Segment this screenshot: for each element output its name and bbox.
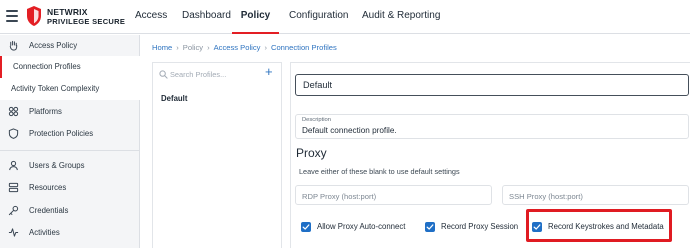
proxy-section-title: Proxy bbox=[296, 146, 327, 160]
breadcrumb-policy: Policy bbox=[182, 43, 204, 52]
sidebar-item-label: Platforms bbox=[29, 107, 62, 116]
breadcrumb-access-policy[interactable]: Access Policy bbox=[214, 43, 261, 52]
sidebar-item-label: Connection Profiles bbox=[13, 62, 81, 71]
key-icon bbox=[8, 205, 19, 216]
nav-configuration[interactable]: Configuration bbox=[289, 0, 348, 34]
sidebar-item-activities[interactable]: Activities bbox=[0, 222, 140, 244]
ssh-proxy-input[interactable] bbox=[503, 187, 688, 206]
search-profiles-input[interactable] bbox=[170, 67, 262, 81]
description-value[interactable]: Default connection profile. bbox=[302, 126, 397, 135]
sidebar-item-label: Activities bbox=[29, 228, 60, 237]
brand-line-2: PRIVILEGE SECURE bbox=[47, 17, 126, 26]
chevron-right-icon: › bbox=[264, 43, 267, 52]
sidebar-item-protection-policies[interactable]: Protection Policies bbox=[0, 123, 140, 145]
sidebar-item-label: Access Policy bbox=[29, 41, 78, 50]
sidebar-item-activity-token-complexity[interactable]: Activity Token Complexity bbox=[0, 78, 140, 100]
profile-details-panel: Description Default connection profile. … bbox=[290, 62, 690, 248]
sidebar-item-credentials[interactable]: Credentials bbox=[0, 200, 140, 222]
top-bar: NETWRIX PRIVILEGE SECURE Access Dashboar… bbox=[0, 0, 690, 34]
profile-name-field[interactable] bbox=[295, 74, 689, 96]
breadcrumb-connection-profiles[interactable]: Connection Profiles bbox=[271, 43, 337, 52]
brand-line-1: NETWRIX bbox=[47, 7, 88, 17]
rdp-proxy-input[interactable] bbox=[296, 187, 491, 206]
sidebar-divider bbox=[0, 150, 140, 151]
breadcrumb-home[interactable]: Home bbox=[152, 43, 172, 52]
sidebar-item-label: Credentials bbox=[29, 206, 69, 215]
chevron-right-icon: › bbox=[176, 43, 179, 52]
sidebar-item-label: Users & Groups bbox=[29, 161, 85, 170]
hand-icon bbox=[9, 40, 18, 51]
proxy-hint-text: Leave either of these blank to use defau… bbox=[299, 167, 460, 176]
add-profile-button[interactable]: + bbox=[265, 65, 273, 79]
profile-name-input[interactable] bbox=[296, 75, 688, 95]
nav-policy[interactable]: Policy bbox=[232, 0, 279, 34]
profile-list-panel: + Default bbox=[152, 62, 282, 248]
nav-audit-reporting[interactable]: Audit & Reporting bbox=[362, 0, 440, 34]
sidebar-item-label: Activity Token Complexity bbox=[11, 84, 100, 93]
checkbox-checked-icon[interactable] bbox=[425, 222, 435, 232]
search-icon bbox=[159, 70, 168, 79]
rdp-proxy-field[interactable] bbox=[295, 185, 492, 206]
sidebar: Access Policy Connection Profiles Activi… bbox=[0, 35, 140, 248]
chevron-right-icon: › bbox=[207, 43, 210, 52]
sidebar-item-platforms[interactable]: Platforms bbox=[0, 101, 140, 123]
profile-list-item[interactable]: Default bbox=[161, 94, 187, 103]
sidebar-item-label: Resources bbox=[29, 183, 67, 192]
sidebar-item-users-groups[interactable]: Users & Groups bbox=[0, 155, 140, 177]
description-field[interactable]: Description Default connection profile. bbox=[295, 114, 689, 139]
nav-access[interactable]: Access bbox=[135, 0, 167, 34]
sidebar-item-access-policy[interactable]: Access Policy bbox=[0, 35, 140, 57]
menu-icon[interactable] bbox=[6, 10, 18, 22]
brand-name: NETWRIX PRIVILEGE SECURE bbox=[47, 7, 125, 27]
sidebar-item-label: Protection Policies bbox=[29, 129, 94, 138]
sidebar-item-connection-profiles[interactable]: Connection Profiles bbox=[0, 56, 140, 78]
activity-icon bbox=[8, 228, 19, 237]
checkbox-label: Allow Proxy Auto-connect bbox=[317, 222, 406, 231]
breadcrumb: Home › Policy › Access Policy › Connection Pro… bbox=[152, 43, 337, 52]
sidebar-item-resources[interactable]: Resources bbox=[0, 177, 140, 199]
server-icon bbox=[8, 182, 19, 193]
netwrix-logo bbox=[27, 6, 41, 26]
platforms-icon bbox=[8, 106, 19, 117]
ssh-proxy-field[interactable] bbox=[502, 185, 689, 206]
checkbox-label: Record Keystrokes and Metadata bbox=[548, 222, 664, 231]
checkbox-checked-icon[interactable] bbox=[301, 222, 311, 232]
user-icon bbox=[9, 160, 18, 171]
nav-dashboard[interactable]: Dashboard bbox=[182, 0, 231, 34]
description-label: Description bbox=[302, 117, 331, 123]
shield-icon bbox=[8, 128, 19, 139]
checkbox-checked-icon[interactable] bbox=[532, 222, 542, 232]
checkbox-label: Record Proxy Session bbox=[441, 222, 519, 231]
